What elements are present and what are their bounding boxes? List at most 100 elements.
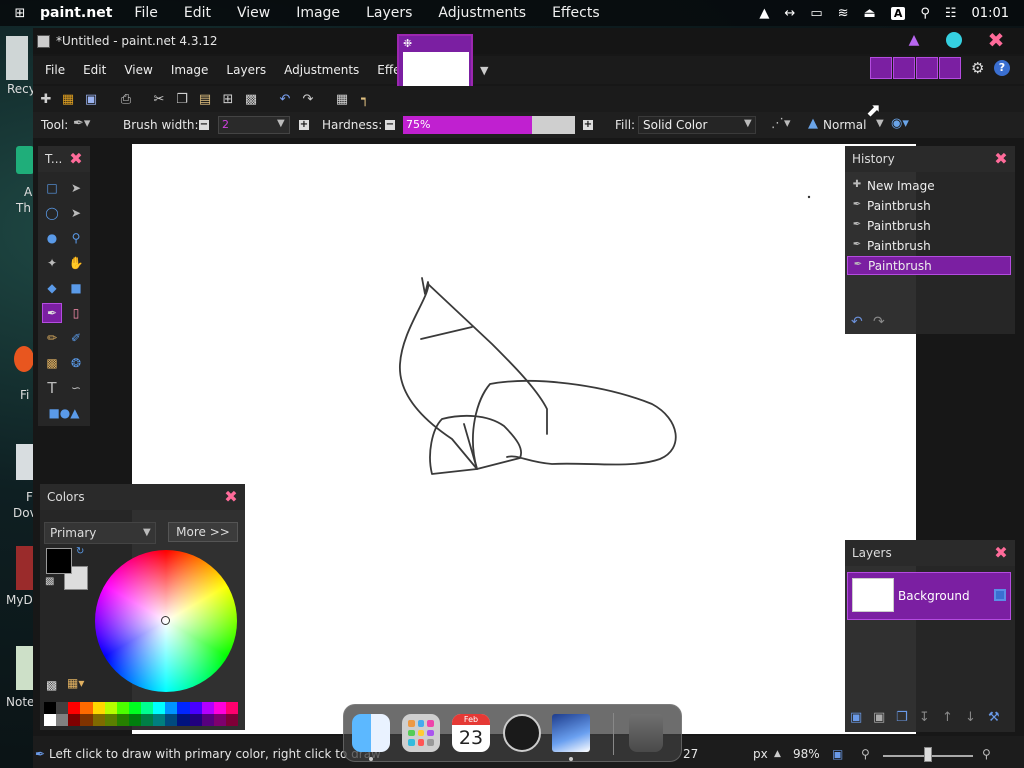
palette-swatch[interactable] [68, 702, 81, 714]
tools-panel-close-icon[interactable]: ✖ [68, 151, 84, 167]
zoom-in-icon[interactable]: ⚲ [982, 747, 991, 761]
control-center-icon[interactable]: ☷ [945, 6, 957, 21]
move-selection-tool-icon[interactable]: ➤ [66, 203, 86, 223]
zoom-tool-icon[interactable]: ⚲ [66, 228, 86, 248]
palette-swatch[interactable] [44, 714, 57, 726]
search-icon[interactable]: ⚲ [920, 6, 930, 21]
ruler-icon[interactable]: ┑ [356, 90, 374, 108]
move-selected-tool-icon[interactable]: ➤ [66, 178, 86, 198]
pan-tool-icon[interactable]: ✋ [66, 253, 86, 273]
print-icon[interactable]: ⎙ [117, 90, 135, 108]
os-menu-file[interactable]: File [134, 5, 157, 21]
firefox-icon[interactable] [14, 346, 34, 372]
copy-icon[interactable]: ❐ [173, 90, 191, 108]
color-target-select[interactable]: Primary [44, 522, 156, 544]
color-wheel-cursor[interactable] [161, 616, 170, 625]
palette-menu-icon[interactable]: ▦▾ [67, 676, 84, 690]
colors-window-toggle-icon[interactable] [939, 57, 961, 79]
fill-dropdown-icon[interactable]: ▼ [744, 118, 752, 129]
history-redo-icon[interactable]: ↷ [873, 314, 885, 330]
palette-swatch[interactable] [68, 714, 81, 726]
os-menu-effects[interactable]: Effects [552, 5, 600, 21]
zoom-out-icon[interactable]: ⚲ [861, 747, 870, 761]
palette-swatch[interactable] [80, 714, 93, 726]
clock[interactable]: 01:01 [972, 6, 1009, 21]
undo-icon[interactable]: ↶ [276, 90, 294, 108]
menu-image[interactable]: Image [171, 63, 215, 77]
text-tool-icon[interactable]: T [42, 378, 62, 398]
menu-layers[interactable]: Layers [226, 63, 272, 77]
palette-swatch[interactable] [116, 702, 129, 714]
palette-swatch[interactable] [44, 702, 57, 714]
trash-icon[interactable] [629, 714, 663, 752]
primary-color-swatch[interactable] [46, 548, 72, 574]
hardness-decrease-button[interactable]: − [385, 120, 395, 130]
layers-panel-header[interactable]: Layers ✖ [845, 540, 1015, 566]
tool-picker-paintbrush-icon[interactable]: ✒▾ [73, 116, 90, 131]
zoom-to-window-icon[interactable]: ▣ [832, 747, 843, 761]
move-layer-up-icon[interactable]: ↑ [942, 710, 953, 725]
os-menu-layers[interactable]: Layers [366, 5, 412, 21]
palette-swatch[interactable] [213, 702, 226, 714]
fill-select[interactable]: Solid Color [638, 116, 756, 134]
palette-swatch[interactable] [56, 714, 69, 726]
open-folder-icon[interactable]: ▦ [59, 90, 77, 108]
history-item-selected[interactable]: ✒ Paintbrush [847, 256, 1011, 275]
recolor-tool-icon[interactable]: ❂ [66, 353, 86, 373]
color-wheel[interactable] [95, 550, 237, 692]
palette-swatch[interactable] [177, 702, 190, 714]
status-zoom[interactable]: 98% [793, 747, 820, 761]
palette-swatch[interactable] [104, 714, 117, 726]
palette-swatch[interactable] [104, 702, 117, 714]
reset-colors-icon[interactable]: ▩ [45, 576, 54, 587]
layers-panel-close-icon[interactable]: ✖ [993, 545, 1009, 561]
cut-icon[interactable]: ✂ [150, 90, 168, 108]
paintnet-dock-icon[interactable] [552, 714, 590, 752]
brush-width-increase-button[interactable]: + [299, 120, 309, 130]
brush-width-decrease-button[interactable]: − [199, 120, 209, 130]
tools-panel-header[interactable]: T... ✖ [38, 146, 90, 172]
recycle-bin-icon[interactable] [6, 36, 28, 80]
ellipse-select-tool-icon[interactable]: ● [42, 228, 62, 248]
layer-visibility-checkbox[interactable] [994, 589, 1006, 601]
palette-swatch[interactable] [128, 714, 141, 726]
palette-swatch[interactable] [165, 702, 178, 714]
history-undo-icon[interactable]: ↶ [851, 314, 863, 330]
history-panel-close-icon[interactable]: ✖ [993, 151, 1009, 167]
brush-width-dropdown-icon[interactable]: ▼ [277, 118, 285, 129]
window-close-icon[interactable]: ✖ [986, 30, 1006, 50]
grid-icon[interactable]: ▦ [333, 90, 351, 108]
palette-swatch[interactable] [92, 702, 105, 714]
history-item[interactable]: ✒ Paintbrush [847, 236, 1011, 255]
blend-mode-value[interactable]: Normal [823, 118, 866, 132]
save-icon[interactable]: ▣ [82, 90, 100, 108]
settings-gear-icon[interactable]: ⚙ [971, 59, 984, 77]
more-colors-button[interactable]: More >> [168, 522, 238, 542]
eject-circle-icon[interactable]: ▲ [759, 6, 769, 21]
minimize-icon[interactable]: ▲ [905, 32, 923, 50]
colors-panel-header[interactable]: Colors ✖ [40, 484, 245, 510]
windows-start-icon[interactable]: ⊞ [0, 6, 40, 21]
wifi-off-icon[interactable]: ≋ [838, 6, 849, 21]
palette-swatch[interactable] [165, 714, 178, 726]
swap-colors-icon[interactable]: ↻ [76, 546, 84, 557]
palette-swatch[interactable] [225, 714, 238, 726]
palette-swatch[interactable] [153, 714, 166, 726]
blend-mode-flask-icon[interactable]: ▲ [808, 116, 818, 131]
menu-file[interactable]: File [45, 63, 71, 77]
delete-layer-icon[interactable]: ▣ [873, 710, 885, 725]
layer-properties-icon[interactable]: ⚒ [988, 710, 1000, 725]
palette-swatch[interactable] [141, 702, 154, 714]
desktop-app-icon[interactable] [16, 146, 34, 174]
os-menu-adjustments[interactable]: Adjustments [438, 5, 526, 21]
menu-view[interactable]: View [124, 63, 158, 77]
paintbrush-tool-icon[interactable]: ✒ [42, 303, 62, 323]
history-item[interactable]: ✒ Paintbrush [847, 216, 1011, 235]
history-item[interactable]: ✒ Paintbrush [847, 196, 1011, 215]
magic-wand-tool-icon[interactable]: ✦ [42, 253, 62, 273]
duplicate-layer-icon[interactable]: ❐ [896, 710, 908, 725]
hardness-increase-button[interactable]: + [583, 120, 593, 130]
add-to-palette-icon[interactable]: ▩ [46, 678, 57, 692]
input-source-icon[interactable]: A [890, 6, 906, 20]
move-layer-down-icon[interactable]: ↓ [965, 710, 976, 725]
